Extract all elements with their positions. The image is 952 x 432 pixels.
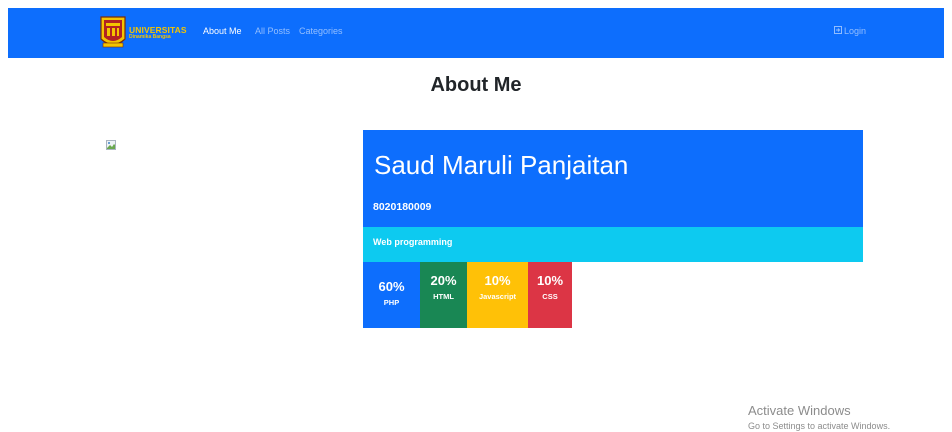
skill-php-label: PHP — [383, 298, 400, 307]
activate-windows-subtitle: Go to Settings to activate Windows. — [748, 421, 891, 431]
skill-javascript: 10% Javascript — [467, 262, 528, 328]
login-label: Login — [843, 26, 866, 36]
skills-row: 60% PHP 20% HTML 10% Javascript 10% CSS — [363, 262, 572, 328]
skill-html-label: HTML — [433, 292, 454, 301]
activate-windows-watermark: Activate Windows Go to Settings to activ… — [748, 403, 890, 431]
page-title: About Me — [430, 74, 522, 96]
course-label: Web programming — [373, 237, 453, 247]
university-emblem-icon — [100, 15, 126, 51]
skill-javascript-percent: 10% — [484, 273, 511, 288]
skill-php-percent: 60% — [378, 279, 405, 294]
broken-image-icon — [106, 137, 116, 150]
skill-css-label: CSS — [542, 292, 558, 301]
logo-line-2: Dinamika Bangsa — [129, 34, 171, 41]
nav-link-all-posts[interactable]: All Posts — [255, 26, 290, 36]
profile-nim: 8020180009 — [373, 201, 432, 213]
course-banner: Web programming — [363, 227, 863, 262]
skill-html-percent: 20% — [430, 273, 457, 288]
skill-php: 60% PHP — [363, 262, 420, 328]
skill-css: 10% CSS — [528, 262, 572, 328]
university-logo-text: UNIVERSITAS Dinamika Bangsa — [129, 26, 187, 41]
navbar: UNIVERSITAS Dinamika Bangsa About Me All… — [8, 8, 944, 58]
skill-javascript-label: Javascript — [478, 292, 517, 301]
profile-name: Saud Maruli Panjaitan — [374, 150, 629, 180]
logo-line-1: UNIVERSITAS — [129, 24, 187, 35]
login-link[interactable]: Login — [833, 26, 866, 36]
activate-windows-title: Activate Windows — [748, 403, 851, 418]
nav-link-about-me[interactable]: About Me — [203, 26, 242, 36]
nav-link-categories[interactable]: Categories — [299, 26, 343, 36]
profile-header: Saud Maruli Panjaitan 8020180009 — [363, 130, 863, 227]
skill-html: 20% HTML — [420, 262, 467, 328]
login-icon — [833, 26, 844, 36]
skill-css-percent: 10% — [536, 273, 564, 288]
university-logo[interactable]: UNIVERSITAS Dinamika Bangsa — [100, 14, 196, 52]
